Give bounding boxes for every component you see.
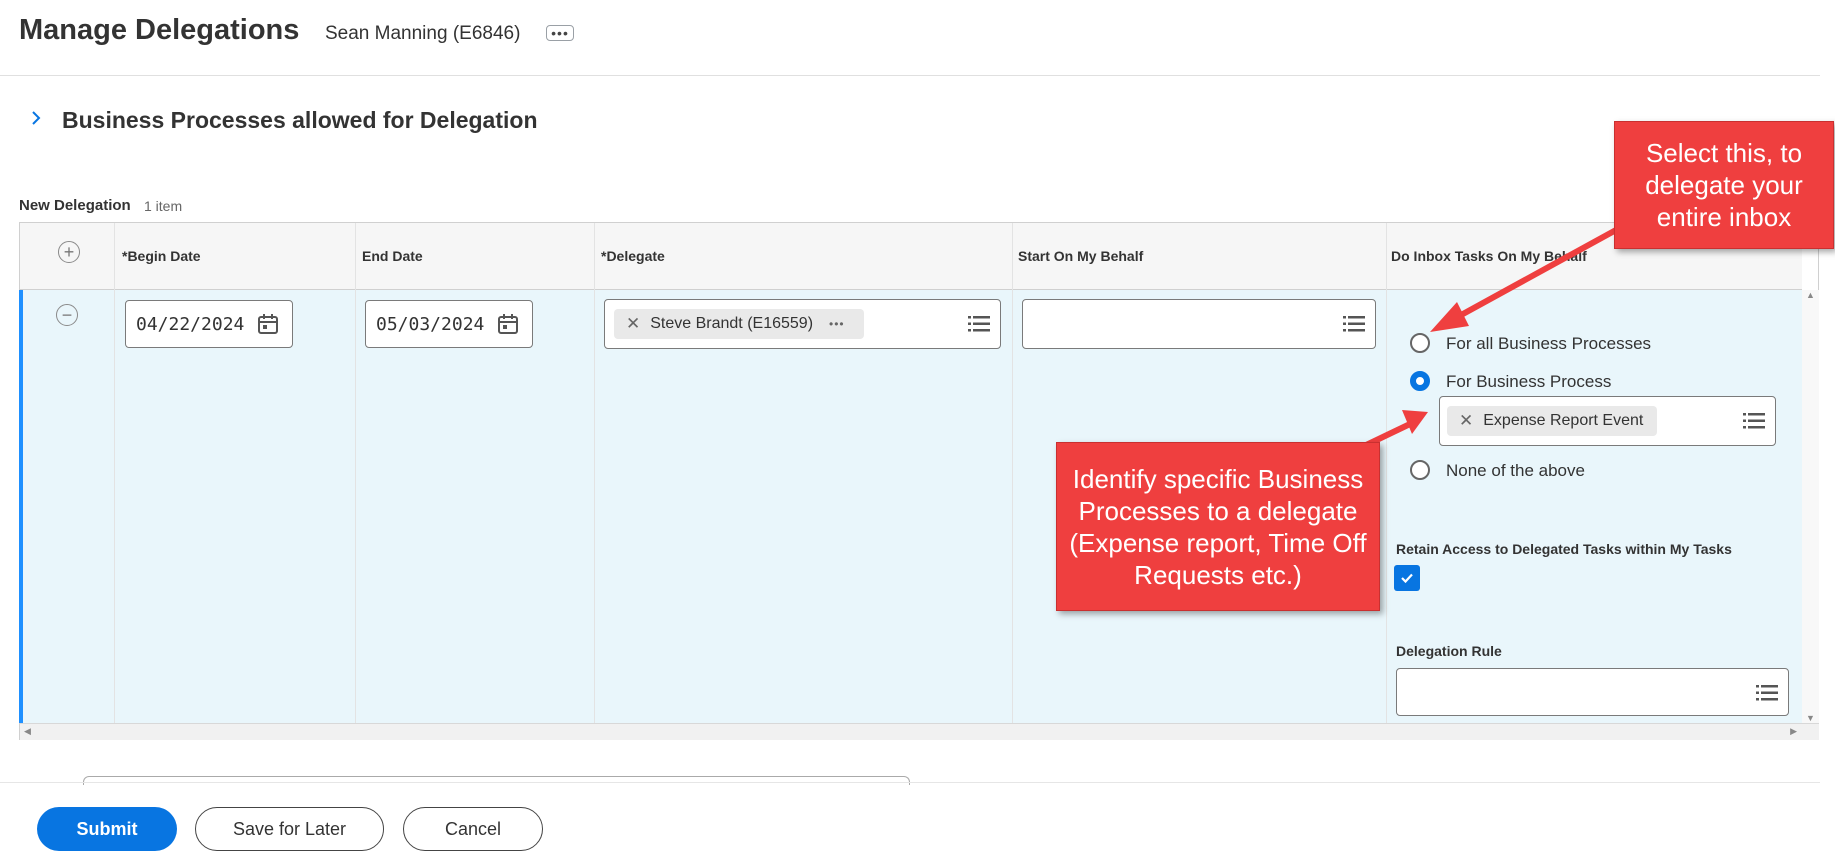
column-divider — [1386, 223, 1387, 723]
radio-none-of-the-above[interactable] — [1410, 460, 1430, 480]
column-header-begin-date: *Begin Date — [122, 248, 201, 264]
business-process-prompt[interactable]: ✕ Expense Report Event — [1439, 396, 1776, 446]
save-for-later-button[interactable]: Save for Later — [195, 807, 384, 851]
list-icon[interactable] — [1756, 683, 1778, 703]
cancel-button[interactable]: Cancel — [403, 807, 543, 851]
vertical-scrollbar[interactable]: ▲ ▼ — [1802, 290, 1819, 723]
radio-for-business-process[interactable] — [1410, 371, 1430, 391]
scroll-up-icon[interactable]: ▲ — [1806, 290, 1815, 300]
worker-name[interactable]: Sean Manning (E6846) — [325, 23, 520, 45]
list-icon[interactable] — [1343, 314, 1365, 334]
scroll-left-icon[interactable]: ◀ — [24, 726, 31, 737]
scroll-right-icon[interactable]: ▶ — [1790, 726, 1797, 737]
footer-divider — [0, 782, 1820, 783]
end-date-value: 05/03/2024 — [376, 313, 485, 335]
column-header-inbox-tasks: Do Inbox Tasks On My Behalf — [1391, 248, 1587, 264]
grid-title: New Delegation — [19, 197, 131, 214]
list-icon[interactable] — [1743, 411, 1765, 431]
callout-entire-inbox: Select this, to delegate your entire inb… — [1614, 121, 1834, 249]
radio-label: For Business Process — [1446, 372, 1612, 391]
delegate-prompt[interactable]: ✕ Steve Brandt (E16559) ••• — [604, 299, 1001, 349]
column-divider — [114, 223, 115, 723]
section-title[interactable]: Business Processes allowed for Delegatio… — [62, 107, 538, 134]
column-divider — [1012, 223, 1013, 723]
retain-access-checkbox[interactable] — [1394, 565, 1420, 591]
table-row — [20, 290, 1802, 723]
remove-icon[interactable]: ✕ — [626, 314, 640, 334]
radio-all-business-processes[interactable] — [1410, 333, 1430, 353]
delegate-more-icon[interactable]: ••• — [829, 317, 845, 331]
delegation-rule-prompt[interactable] — [1396, 668, 1789, 716]
calendar-icon[interactable] — [496, 312, 520, 336]
check-icon — [1401, 573, 1413, 584]
row-selection-indicator — [19, 290, 23, 723]
column-header-delegate: *Delegate — [601, 248, 665, 264]
partially-hidden-field — [83, 776, 910, 785]
scroll-down-icon[interactable]: ▼ — [1806, 713, 1815, 723]
page-title: Manage Delegations — [19, 14, 300, 46]
column-header-end-date: End Date — [362, 248, 423, 264]
remove-icon[interactable]: ✕ — [1459, 411, 1473, 431]
submit-button[interactable]: Submit — [37, 807, 177, 851]
list-icon[interactable] — [968, 314, 990, 334]
column-divider — [355, 223, 356, 723]
column-divider — [594, 223, 595, 723]
column-header-start-on-behalf: Start On My Behalf — [1018, 248, 1144, 264]
start-on-behalf-prompt[interactable] — [1022, 299, 1376, 349]
delegate-pill[interactable]: ✕ Steve Brandt (E16559) ••• — [614, 309, 864, 339]
retain-access-label: Retain Access to Delegated Tasks within … — [1396, 541, 1732, 557]
begin-date-field[interactable]: 04/22/2024 — [125, 300, 293, 348]
end-date-field[interactable]: 05/03/2024 — [365, 300, 533, 348]
grid-item-count: 1 item — [144, 198, 183, 214]
remove-row-icon[interactable]: − — [56, 304, 78, 326]
callout-specific-processes: Identify specific Business Processes to … — [1056, 442, 1380, 611]
chevron-right-icon[interactable] — [26, 108, 46, 128]
radio-label: For all Business Processes — [1446, 334, 1652, 353]
calendar-icon[interactable] — [256, 312, 280, 336]
delegation-rule-label: Delegation Rule — [1396, 643, 1502, 659]
begin-date-value: 04/22/2024 — [136, 313, 245, 335]
business-process-value: Expense Report Event — [1483, 412, 1644, 429]
horizontal-scrollbar[interactable]: ◀ ▶ — [20, 723, 1819, 740]
delegate-value: Steve Brandt (E16559) — [650, 315, 814, 332]
add-row-icon[interactable]: + — [58, 241, 80, 263]
business-process-pill[interactable]: ✕ Expense Report Event — [1447, 406, 1657, 436]
header-divider — [0, 75, 1820, 76]
related-actions-button[interactable]: ••• — [546, 25, 574, 41]
radio-label: None of the above — [1446, 461, 1585, 480]
